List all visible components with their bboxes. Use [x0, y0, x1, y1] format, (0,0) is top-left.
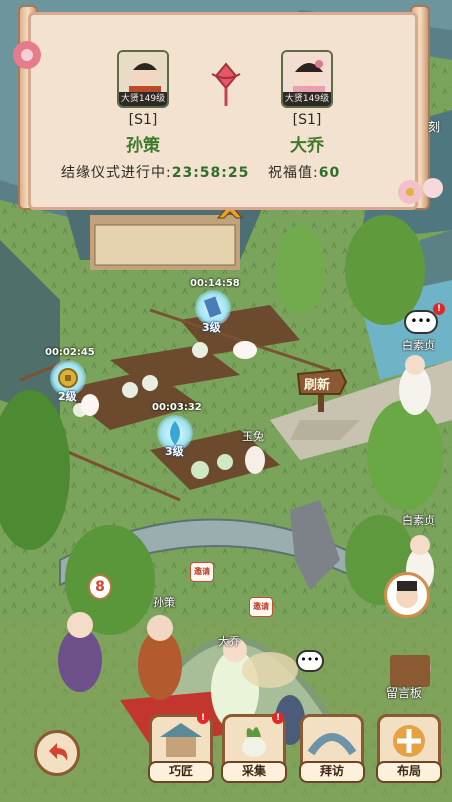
blessing-value: 60	[318, 165, 341, 181]
visit-label: 拜访	[299, 761, 365, 783]
npc-label-bai-suzhen-bottom: 白素贞	[402, 514, 435, 527]
game-scene: 大贤149级 大贤149级 [S1] 孙策 [S1] 大乔 结缘仪式进行中:23…	[0, 0, 452, 802]
craft-label: 巧匠	[148, 761, 214, 783]
craft-alert: !	[197, 712, 209, 724]
plot-level-3: 3级	[165, 445, 184, 458]
flower-ornament-icon	[398, 178, 443, 204]
knot-ornament-left-icon	[13, 41, 41, 69]
npc-label-da-qiao: 大乔	[218, 635, 240, 648]
knot-charm-icon	[211, 62, 241, 106]
chat-alert: !	[433, 303, 445, 315]
avatar-right[interactable]: 大贤149级	[281, 50, 333, 108]
collect-label: 采集	[221, 761, 287, 783]
ceremony-label: 结缘仪式进行中:	[61, 165, 172, 181]
back-button[interactable]	[34, 730, 80, 776]
ceremony-status: 结缘仪式进行中:23:58:25	[61, 162, 249, 182]
portrait-sunce-icon	[119, 52, 167, 96]
name-left: 孙策	[126, 136, 160, 156]
blessing-status: 祝福值:60	[268, 162, 340, 182]
level-right: 大贤149级	[283, 92, 331, 106]
message-board-label[interactable]: 留言板	[386, 684, 422, 701]
server-left: [S1]	[128, 112, 158, 128]
server-right: [S1]	[292, 112, 322, 128]
invite-tag-1[interactable]: 邀请	[190, 562, 214, 582]
portrait-daqiao-icon	[283, 52, 331, 96]
name-right: 大乔	[290, 136, 324, 156]
radish-icon	[242, 727, 266, 757]
plot-timer-1: 00:14:58	[190, 278, 240, 289]
character-portrait-icon	[396, 581, 418, 608]
npc-label-jade-rabbit: 玉兔	[242, 430, 264, 443]
blessing-label: 祝福值:	[268, 165, 319, 181]
plot-level-1: 3级	[202, 321, 221, 334]
plot-timer-2: 00:02:45	[45, 347, 95, 358]
level-left: 大贤149级	[119, 92, 167, 106]
craft-house-icon	[160, 723, 202, 757]
refresh-label: 刷新	[304, 378, 331, 393]
layout-label: 布局	[376, 761, 442, 783]
corner-text: 刻	[428, 120, 441, 134]
plot-timer-3: 00:03:32	[152, 402, 202, 413]
back-arrow-icon	[49, 743, 68, 761]
character-portrait-button[interactable]	[384, 572, 430, 618]
npc-label-bai-suzhen-top: 白素贞	[402, 339, 435, 352]
plot-level-2: 2级	[58, 390, 77, 403]
refresh-sign[interactable]: 刷新	[296, 360, 348, 412]
invite-tag-2[interactable]: 邀请	[249, 597, 273, 617]
ceremony-timer: 23:58:25	[171, 165, 250, 181]
npc-label-sun-ce: 孙策	[153, 596, 175, 609]
collect-alert: !	[272, 712, 284, 724]
chat-bubble-icon[interactable]: •••	[404, 310, 438, 334]
visit-button[interactable]: 拜访	[299, 714, 365, 783]
layout-button[interactable]: 布局	[376, 714, 442, 783]
wedding-banner: 大贤149级 大贤149级 [S1] 孙策 [S1] 大乔 结缘仪式进行中:23…	[28, 12, 418, 210]
gate-icon	[307, 733, 357, 756]
move-cross-icon	[393, 725, 425, 757]
speech-bubble-icon[interactable]: •••	[296, 650, 324, 672]
avatar-left[interactable]: 大贤149级	[117, 50, 169, 108]
gift-bubble-icon[interactable]: 8	[88, 574, 112, 600]
